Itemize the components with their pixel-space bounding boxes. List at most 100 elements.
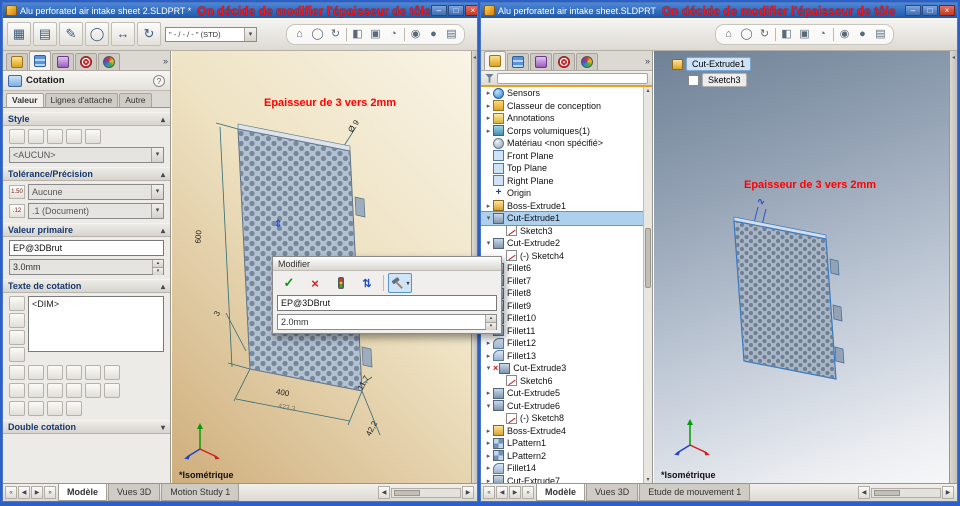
vscroll-thumb[interactable] bbox=[645, 227, 651, 288]
dim-text-custom-icon[interactable] bbox=[9, 347, 25, 362]
scroll-up-icon[interactable]: ▴ bbox=[644, 87, 652, 94]
section-view-icon[interactable]: ◧ bbox=[778, 26, 795, 43]
doc-tab-vues-3d[interactable]: Vues 3D bbox=[108, 484, 161, 501]
dim-edited-thickness[interactable]: 2 bbox=[756, 197, 766, 205]
scroll-right-button[interactable]: ▶ bbox=[462, 486, 474, 499]
tree-item-boss-extrude4[interactable]: ▸ Boss-Extrude4 bbox=[481, 425, 643, 438]
prev-tab-button[interactable]: ◀ bbox=[18, 486, 30, 499]
justify-middle-icon[interactable] bbox=[85, 365, 101, 380]
tree-item-lpattern1[interactable]: ▸ LPattern1 bbox=[481, 437, 643, 450]
dim-text-center-icon[interactable] bbox=[9, 313, 25, 328]
tree-item-fillet11[interactable]: ▸Fillet11 bbox=[481, 325, 643, 338]
hide-show-items-icon[interactable]: ◉ bbox=[407, 26, 424, 43]
dim-edge[interactable]: 11,7 bbox=[356, 374, 371, 391]
tree-item-fillet9[interactable]: ▸Fillet9 bbox=[481, 300, 643, 313]
scroll-left-button[interactable]: ◀ bbox=[858, 486, 870, 499]
next-tab-button[interactable]: ▶ bbox=[31, 486, 43, 499]
displaymanager-tab[interactable] bbox=[98, 53, 120, 70]
scroll-left-button[interactable]: ◀ bbox=[378, 486, 390, 499]
chevron-right-icon[interactable]: ▸ bbox=[484, 427, 493, 435]
tree-item-annotations[interactable]: ▸ Annotations bbox=[481, 112, 643, 125]
primary-name-field[interactable]: EP@3DBrut bbox=[9, 240, 164, 256]
tolerance-type-select[interactable]: Aucune ▾ bbox=[28, 184, 164, 200]
tree-item-classeur-de-conception[interactable]: ▸ Classeur de conception bbox=[481, 100, 643, 113]
apply-default-favorite-icon[interactable] bbox=[9, 129, 25, 144]
tree-item-fillet12[interactable]: ▸ Fillet12 bbox=[481, 337, 643, 350]
extruded-boss-icon[interactable]: ▦ bbox=[7, 22, 31, 46]
modify-dialog-titlebar[interactable]: Modifier bbox=[273, 257, 501, 271]
tree-item-lpattern2[interactable]: ▸ LPattern2 bbox=[481, 450, 643, 463]
right-titlebar[interactable]: Alu perforated air intake sheet.SLDPRT O… bbox=[481, 3, 957, 18]
chevron-right-icon[interactable]: ▸ bbox=[484, 339, 493, 347]
last-tab-button[interactable]: » bbox=[522, 486, 534, 499]
configurationmanager-tab[interactable] bbox=[52, 53, 74, 70]
tree-item-fillet13[interactable]: ▸ Fillet13 bbox=[481, 350, 643, 363]
rebuild-traffic-light-button[interactable] bbox=[329, 273, 353, 293]
chevron-right-icon[interactable]: ▸ bbox=[484, 89, 493, 97]
next-tab-button[interactable]: ▶ bbox=[509, 486, 521, 499]
tree-scrollbar[interactable]: ▴ ▾ bbox=[643, 87, 652, 483]
justify-center-icon[interactable] bbox=[28, 365, 44, 380]
justify-right-icon[interactable] bbox=[47, 365, 63, 380]
breadcrumb-feature-chip[interactable]: Cut-Extrude1 bbox=[686, 57, 752, 71]
section-primary-value[interactable]: Valeur primaire ▴ bbox=[3, 223, 170, 237]
spin-up-icon[interactable]: ▴ bbox=[486, 315, 496, 322]
last-tab-button[interactable]: » bbox=[44, 486, 56, 499]
left-titlebar[interactable]: Alu perforated air intake sheet 2.SLDPRT… bbox=[3, 3, 477, 18]
dimension-drag-handle-icon[interactable]: ⇕ bbox=[274, 219, 282, 230]
ok-button[interactable]: ✓ bbox=[277, 273, 301, 293]
dim-corner[interactable]: 42,2 bbox=[364, 420, 379, 438]
delete-favorite-icon[interactable] bbox=[85, 129, 101, 144]
chevron-down-icon[interactable]: ▾ bbox=[484, 364, 493, 372]
chevron-down-icon[interactable]: ▾ bbox=[484, 214, 493, 222]
toolbar-overflow-icon[interactable]: » bbox=[163, 56, 168, 66]
tree-item-cut-extrude1[interactable]: ▾ Cut-Extrude1 bbox=[481, 211, 643, 226]
symbol-square-icon[interactable] bbox=[85, 383, 101, 398]
tree-item-mat-riau-non-sp-cifi-[interactable]: Matériau <non spécifié> bbox=[481, 137, 643, 150]
precision-select[interactable]: .1 (Document) ▾ bbox=[28, 203, 164, 219]
chevron-right-icon[interactable]: ▸ bbox=[484, 202, 493, 210]
spin-down-icon[interactable]: ▾ bbox=[153, 267, 163, 275]
hscroll-thumb[interactable] bbox=[874, 489, 900, 496]
style-favorite-select[interactable]: <AUCUN> ▾ bbox=[9, 147, 164, 163]
chevron-right-icon[interactable]: ▸ bbox=[484, 102, 493, 110]
tree-item--sketch8[interactable]: (-) Sketch8 bbox=[481, 412, 643, 425]
propertymanager-tab[interactable] bbox=[29, 51, 51, 70]
tree-item-cut-extrude5[interactable]: ▸ Cut-Extrude5 bbox=[481, 387, 643, 400]
maximize-button[interactable]: □ bbox=[922, 5, 938, 16]
tree-item-cut-extrude6[interactable]: ▾ Cut-Extrude6 bbox=[481, 400, 643, 413]
dimension-text-input[interactable]: <DIM> bbox=[28, 296, 164, 352]
right-pane-splitter[interactable]: ◂ bbox=[949, 51, 957, 483]
chevron-right-icon[interactable]: ▸ bbox=[484, 452, 493, 460]
tree-item-fillet14[interactable]: ▸ Fillet14 bbox=[481, 462, 643, 475]
tree-item-sketch3[interactable]: Sketch3 bbox=[481, 225, 643, 238]
smart-dimension-icon[interactable]: ↔ bbox=[111, 22, 135, 46]
modify-dialog[interactable]: Modifier ✓ × ⇅ ▾ EP@3DBrut 2.0mm ▴ ▾ bbox=[272, 256, 502, 334]
chevron-right-icon[interactable]: ▸ bbox=[484, 127, 493, 135]
tree-item-boss-extrude1[interactable]: ▸ Boss-Extrude1 bbox=[481, 200, 643, 213]
dim-height[interactable]: 600 bbox=[194, 230, 204, 244]
hscroll-thumb[interactable] bbox=[394, 489, 420, 496]
modify-value-spinner[interactable]: 2.0mm ▴ ▾ bbox=[277, 314, 497, 330]
tree-item-top-plane[interactable]: Top Plane bbox=[481, 162, 643, 175]
tree-item--sketch4[interactable]: (-) Sketch4 bbox=[481, 250, 643, 263]
previous-view-icon[interactable]: ↻ bbox=[327, 26, 344, 43]
hscroll-track[interactable] bbox=[391, 487, 461, 498]
dim-text-right-icon[interactable] bbox=[9, 330, 25, 345]
tree-item-right-plane[interactable]: Right Plane bbox=[481, 175, 643, 188]
tree-item-sensors[interactable]: ▸ Sensors bbox=[481, 87, 643, 100]
tree-item-front-plane[interactable]: Front Plane bbox=[481, 150, 643, 163]
vscroll-track[interactable] bbox=[644, 94, 652, 476]
update-favorite-icon[interactable] bbox=[47, 129, 63, 144]
dim-thickness[interactable]: 3 bbox=[212, 309, 222, 317]
tree-item-sketch6[interactable]: Sketch6 bbox=[481, 375, 643, 388]
dim-position-broken-icon[interactable] bbox=[28, 401, 44, 416]
dimxpertmanager-tab[interactable] bbox=[553, 53, 575, 70]
zoom-fit-icon[interactable]: ⌂ bbox=[291, 26, 308, 43]
symbol-centerline-icon[interactable] bbox=[66, 383, 82, 398]
hscroll-track[interactable] bbox=[871, 487, 941, 498]
revolved-boss-icon[interactable]: ▤ bbox=[33, 22, 57, 46]
zoom-fit-icon[interactable]: ⌂ bbox=[720, 26, 737, 43]
configurationmanager-tab[interactable] bbox=[530, 53, 552, 70]
previous-view-icon[interactable]: ↻ bbox=[756, 26, 773, 43]
